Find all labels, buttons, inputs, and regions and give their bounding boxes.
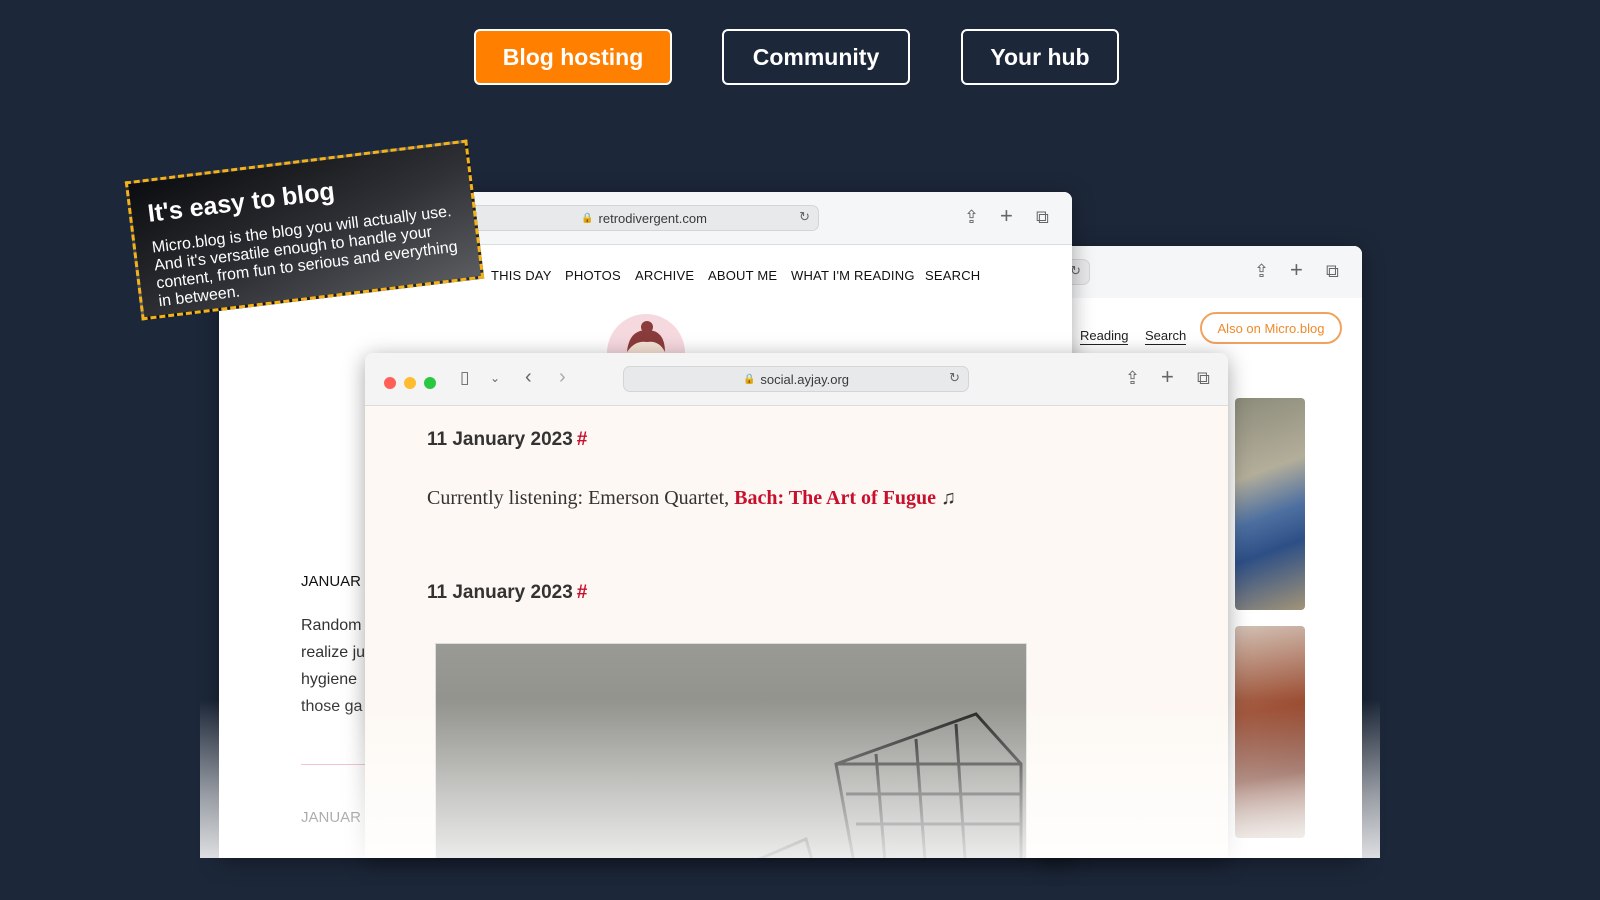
nav-about-me[interactable]: ABOUT ME [708, 268, 777, 283]
chevron-left-icon[interactable]: ‹ [525, 367, 532, 387]
entry-line: those ga [301, 698, 363, 715]
nav-this-day[interactable]: THIS DAY [491, 268, 552, 283]
chevron-down-icon[interactable]: ⌄ [490, 368, 500, 388]
permalink-hash[interactable]: # [577, 429, 588, 450]
browser-window-social: ▯ ⌄ ‹ › 🔒 social.ayjay.org ↻ ⇪ + ⧉ 11 Ja… [365, 353, 1228, 858]
maximize-window-icon[interactable] [424, 377, 436, 389]
reload-icon[interactable]: ↻ [799, 209, 810, 225]
url-text: social.ayjay.org [760, 371, 850, 387]
browser-toolbar: ↻ ⇪ + ⧉ [1040, 246, 1362, 299]
browser-toolbar: ▯ ⌄ ‹ › 🔒 social.ayjay.org ↻ ⇪ + ⧉ [365, 353, 1228, 406]
share-icon[interactable]: ⇪ [1125, 368, 1140, 388]
nav-archive[interactable]: ARCHIVE [635, 268, 694, 283]
entry-date: JANUAR [301, 573, 362, 590]
photo-board-game[interactable] [1235, 398, 1305, 610]
tabs-overview-icon[interactable]: ⧉ [1326, 261, 1339, 281]
sidebar-icon[interactable]: ▯ [460, 368, 469, 388]
entry-line: Random [301, 617, 362, 634]
also-on-microblog-button[interactable]: Also on Micro.blog [1200, 312, 1342, 344]
plus-icon[interactable]: + [1161, 366, 1174, 388]
entry-line: hygiene [301, 671, 358, 688]
nav-what-im-reading[interactable]: WHAT I'M READING [791, 268, 915, 283]
post-date: 11 January 2023 # [427, 429, 587, 451]
entry-line: realize ju [301, 644, 366, 661]
lock-icon: 🔒 [742, 373, 756, 385]
tabs-overview-icon[interactable]: ⧉ [1197, 368, 1210, 388]
reload-icon[interactable]: ↻ [949, 370, 960, 386]
post-date-text: 11 January 2023 [427, 429, 573, 450]
post-date: 11 January 2023 # [427, 582, 587, 604]
chevron-right-icon[interactable]: › [559, 367, 566, 387]
post-text: Currently listening: Emerson Quartet, [427, 487, 735, 509]
tab-your-hub[interactable]: Your hub [961, 29, 1119, 85]
url-text: retrodivergent.com [598, 210, 707, 226]
plus-icon[interactable]: + [1000, 205, 1013, 227]
entry-date: JANUAR [301, 809, 362, 826]
post-link[interactable]: Bach: The Art of Fugue [734, 487, 936, 509]
permalink-hash[interactable]: # [577, 582, 588, 603]
close-window-icon[interactable] [384, 377, 396, 389]
url-bar[interactable]: 🔒 retrodivergent.com ↻ [469, 205, 819, 231]
share-icon[interactable]: ⇪ [964, 207, 979, 227]
tab-blog-hosting[interactable]: Blog hosting [474, 29, 672, 85]
plus-icon[interactable]: + [1290, 259, 1303, 281]
lock-icon: 🔒 [581, 212, 594, 224]
nav-reading[interactable]: Reading [1080, 328, 1129, 345]
divider [301, 764, 371, 765]
post-photo[interactable] [435, 643, 1027, 858]
post-body: Currently listening: Emerson Quartet, Ba… [427, 487, 956, 510]
tab-community[interactable]: Community [722, 29, 910, 85]
nav-search[interactable]: SEARCH [925, 268, 980, 283]
url-bar[interactable]: 🔒 social.ayjay.org ↻ [623, 366, 969, 392]
nav-photos[interactable]: PHOTOS [565, 268, 621, 283]
post-date-text: 11 January 2023 [427, 582, 573, 603]
photo-arch[interactable] [1235, 626, 1305, 838]
photo-staircase-illustration [757, 712, 1023, 858]
music-note-icon: ♫ [936, 487, 957, 509]
minimize-window-icon[interactable] [404, 377, 416, 389]
top-tabs: Blog hosting Community Your hub [0, 29, 1600, 89]
tabs-overview-icon[interactable]: ⧉ [1036, 207, 1049, 227]
nav-search[interactable]: Search [1145, 328, 1187, 345]
share-icon[interactable]: ⇪ [1254, 261, 1269, 281]
